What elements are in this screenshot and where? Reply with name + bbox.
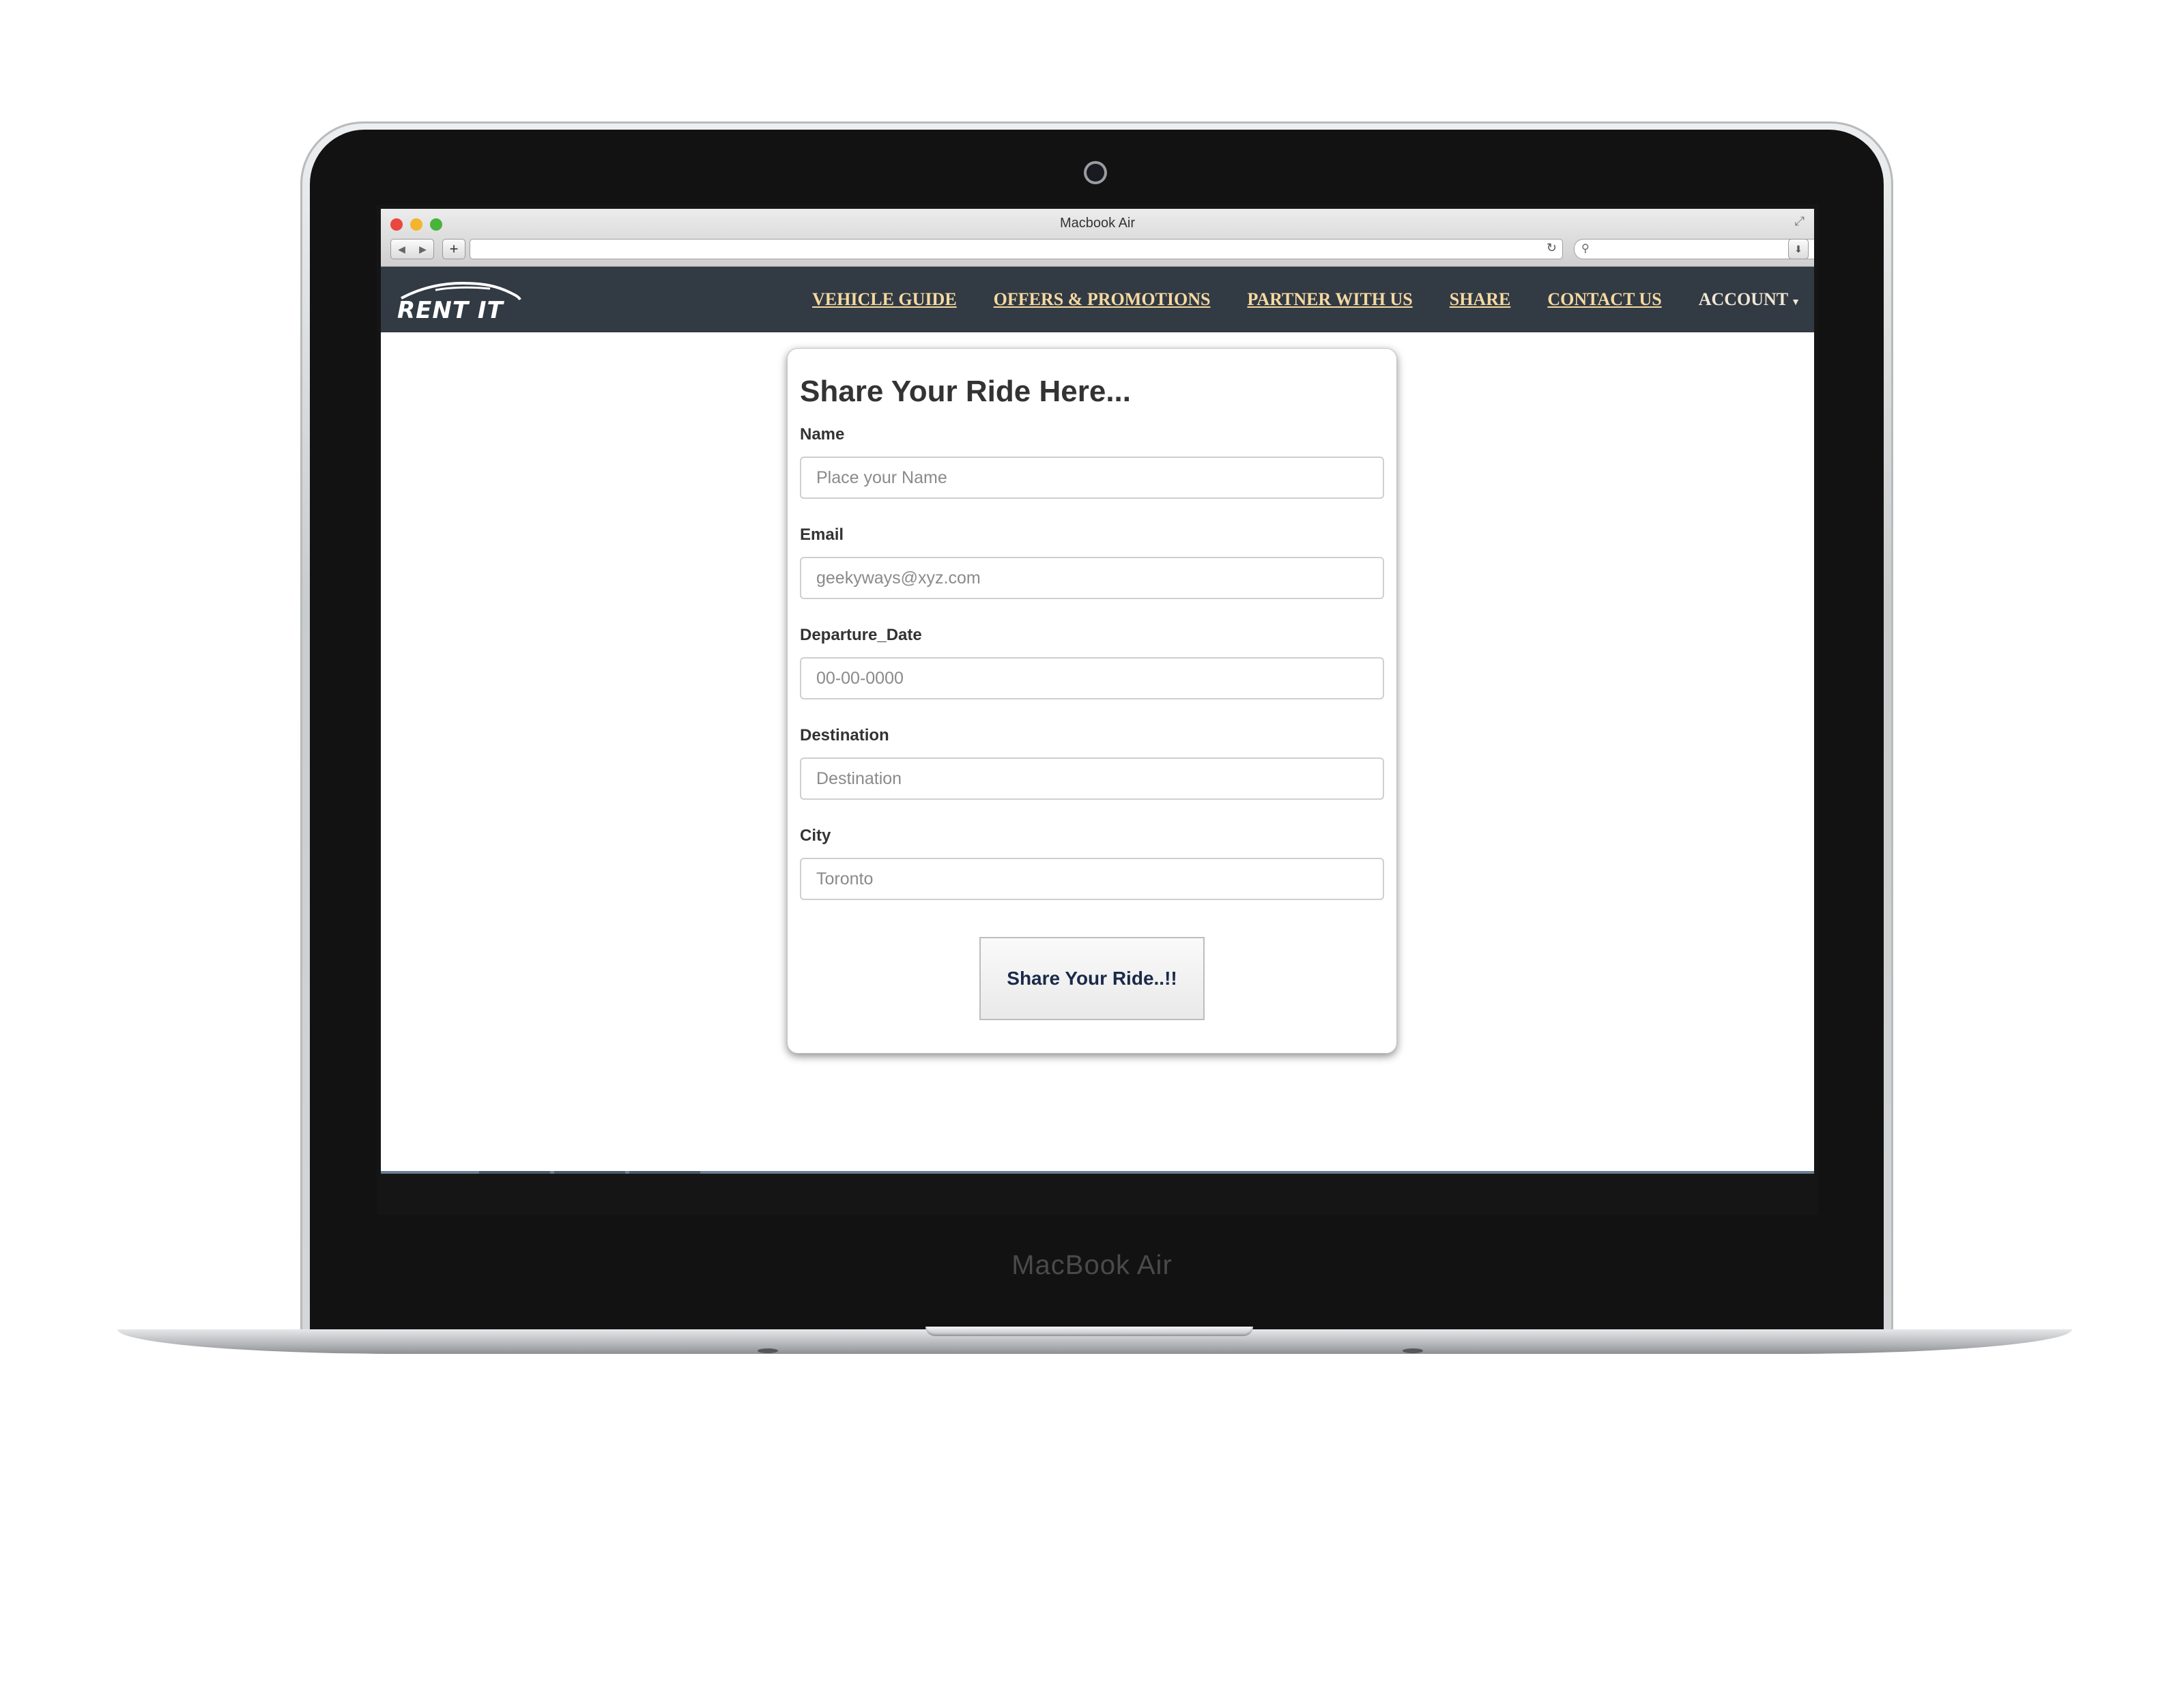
nav-share[interactable]: SHARE [1450,289,1511,310]
browser-titlebar: Macbook Air ⤢ ◀ ▶ + ↻ ⚲ ⬇ [381,209,1814,267]
share-ride-submit-button[interactable]: Share Your Ride..!! [979,937,1205,1020]
rent-it-logo[interactable]: RENT IT [394,280,524,324]
laptop-screen: Macbook Air ⤢ ◀ ▶ + ↻ ⚲ ⬇ RENT IT VEHICL… [377,205,1818,1215]
email-input[interactable] [800,557,1384,599]
account-dropdown[interactable]: ACCOUNT ▼ [1699,289,1800,310]
taskbar-item[interactable] [554,1171,625,1174]
name-label: Name [800,425,845,444]
account-label: ACCOUNT [1698,289,1789,309]
nav-contact-us[interactable]: CONTACT US [1547,289,1661,310]
browser-search-field[interactable]: ⚲ [1574,239,1814,259]
address-bar[interactable]: ↻ [470,239,1563,259]
destination-input[interactable] [800,757,1384,800]
back-forward-buttons[interactable]: ◀ ▶ [390,239,434,259]
device-brand-label: MacBook Air [1011,1250,1173,1280]
main-nav: VEHICLE GUIDE OFFERS & PROMOTIONS PARTNE… [812,267,1800,332]
fullscreen-icon[interactable]: ⤢ [1795,214,1805,229]
camera-icon [1087,164,1104,182]
nav-offers-promotions[interactable]: OFFERS & PROMOTIONS [994,289,1211,310]
site-navbar: RENT IT VEHICLE GUIDE OFFERS & PROMOTION… [381,267,1814,332]
destination-label: Destination [800,726,889,744]
laptop-foot [758,1348,778,1353]
email-label: Email [800,525,844,544]
caret-down-icon: ▼ [1791,298,1800,308]
name-input[interactable] [800,457,1384,499]
share-ride-form: Share Your Ride Here... Name Email Depar… [787,348,1397,1054]
lid-notch [925,1327,1253,1336]
reload-icon[interactable]: ↻ [1547,241,1557,255]
search-icon: ⚲ [1581,243,1590,255]
browser-window: Macbook Air ⤢ ◀ ▶ + ↻ ⚲ ⬇ RENT IT VEHICL… [381,209,1814,1171]
new-tab-button[interactable]: + [442,239,465,259]
nav-vehicle-guide[interactable]: VEHICLE GUIDE [812,289,957,310]
window-title: Macbook Air [1059,216,1136,231]
departure-date-input[interactable] [800,657,1384,699]
city-input[interactable] [800,858,1384,900]
taskbar-item[interactable] [479,1171,550,1174]
downloads-icon[interactable]: ⬇ [1788,239,1809,259]
laptop-foot [1403,1348,1423,1353]
back-arrow-icon[interactable]: ◀ [398,244,405,255]
nav-partner-with-us[interactable]: PARTNER WITH US [1247,289,1412,310]
city-label: City [800,826,831,845]
taskbar-item[interactable] [629,1171,700,1174]
form-title: Share Your Ride Here... [800,375,1131,408]
departure-date-label: Departure_Date [800,626,922,644]
logo-text: RENT IT [397,297,504,324]
forward-arrow-icon[interactable]: ▶ [419,244,427,255]
